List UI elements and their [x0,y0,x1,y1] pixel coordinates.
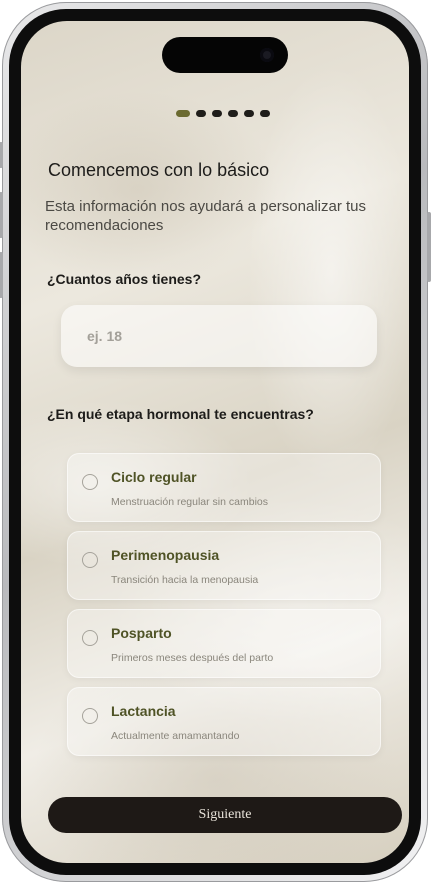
option-title: Lactancia [111,703,176,719]
progress-dot [212,110,222,117]
progress-dot-active [176,110,190,117]
radio-unchecked-icon[interactable] [82,708,98,724]
action-button [0,142,3,168]
stage-option-perimenopausia[interactable]: Perimenopausia Transición hacia la menop… [67,531,381,600]
volume-down-button [0,252,3,298]
page-subtitle: Esta información nos ayudará a personali… [45,198,367,234]
progress-indicator [176,110,270,117]
age-question-label: ¿Cuantos años tienes? [47,271,202,287]
camera-icon [260,48,274,62]
option-title: Posparto [111,625,172,641]
power-button [427,212,431,282]
radio-unchecked-icon[interactable] [82,630,98,646]
radio-unchecked-icon[interactable] [82,552,98,568]
option-description: Menstruación regular sin cambios [111,496,268,508]
stage-option-ciclo-regular[interactable]: Ciclo regular Menstruación regular sin c… [67,453,381,522]
option-description: Primeros meses después del parto [111,652,274,664]
option-description: Actualmente amamantando [111,730,240,742]
progress-dot [244,110,254,117]
phone-bezel: Comencemos con lo básico Esta informació… [9,9,421,875]
phone-frame: Comencemos con lo básico Esta informació… [0,2,431,882]
option-title: Ciclo regular [111,469,197,485]
page-title: Comencemos con lo básico [48,160,270,180]
next-button[interactable]: Siguiente [48,797,402,833]
stage-option-lactancia[interactable]: Lactancia Actualmente amamantando [67,687,381,756]
volume-up-button [0,192,3,238]
option-title: Perimenopausia [111,547,220,563]
stage-options-list: Ciclo regular Menstruación regular sin c… [67,453,381,765]
progress-dot [228,110,238,117]
radio-unchecked-icon[interactable] [82,474,98,490]
option-description: Transición hacia la menopausia [111,574,259,586]
progress-dot [260,110,270,117]
stage-question-label: ¿En qué etapa hormonal te encuentras? [47,406,314,422]
dynamic-island [162,37,288,73]
app-screen: Comencemos con lo básico Esta informació… [21,21,409,863]
stage-option-posparto[interactable]: Posparto Primeros meses después del part… [67,609,381,678]
age-input[interactable] [61,305,377,367]
progress-dot [196,110,206,117]
